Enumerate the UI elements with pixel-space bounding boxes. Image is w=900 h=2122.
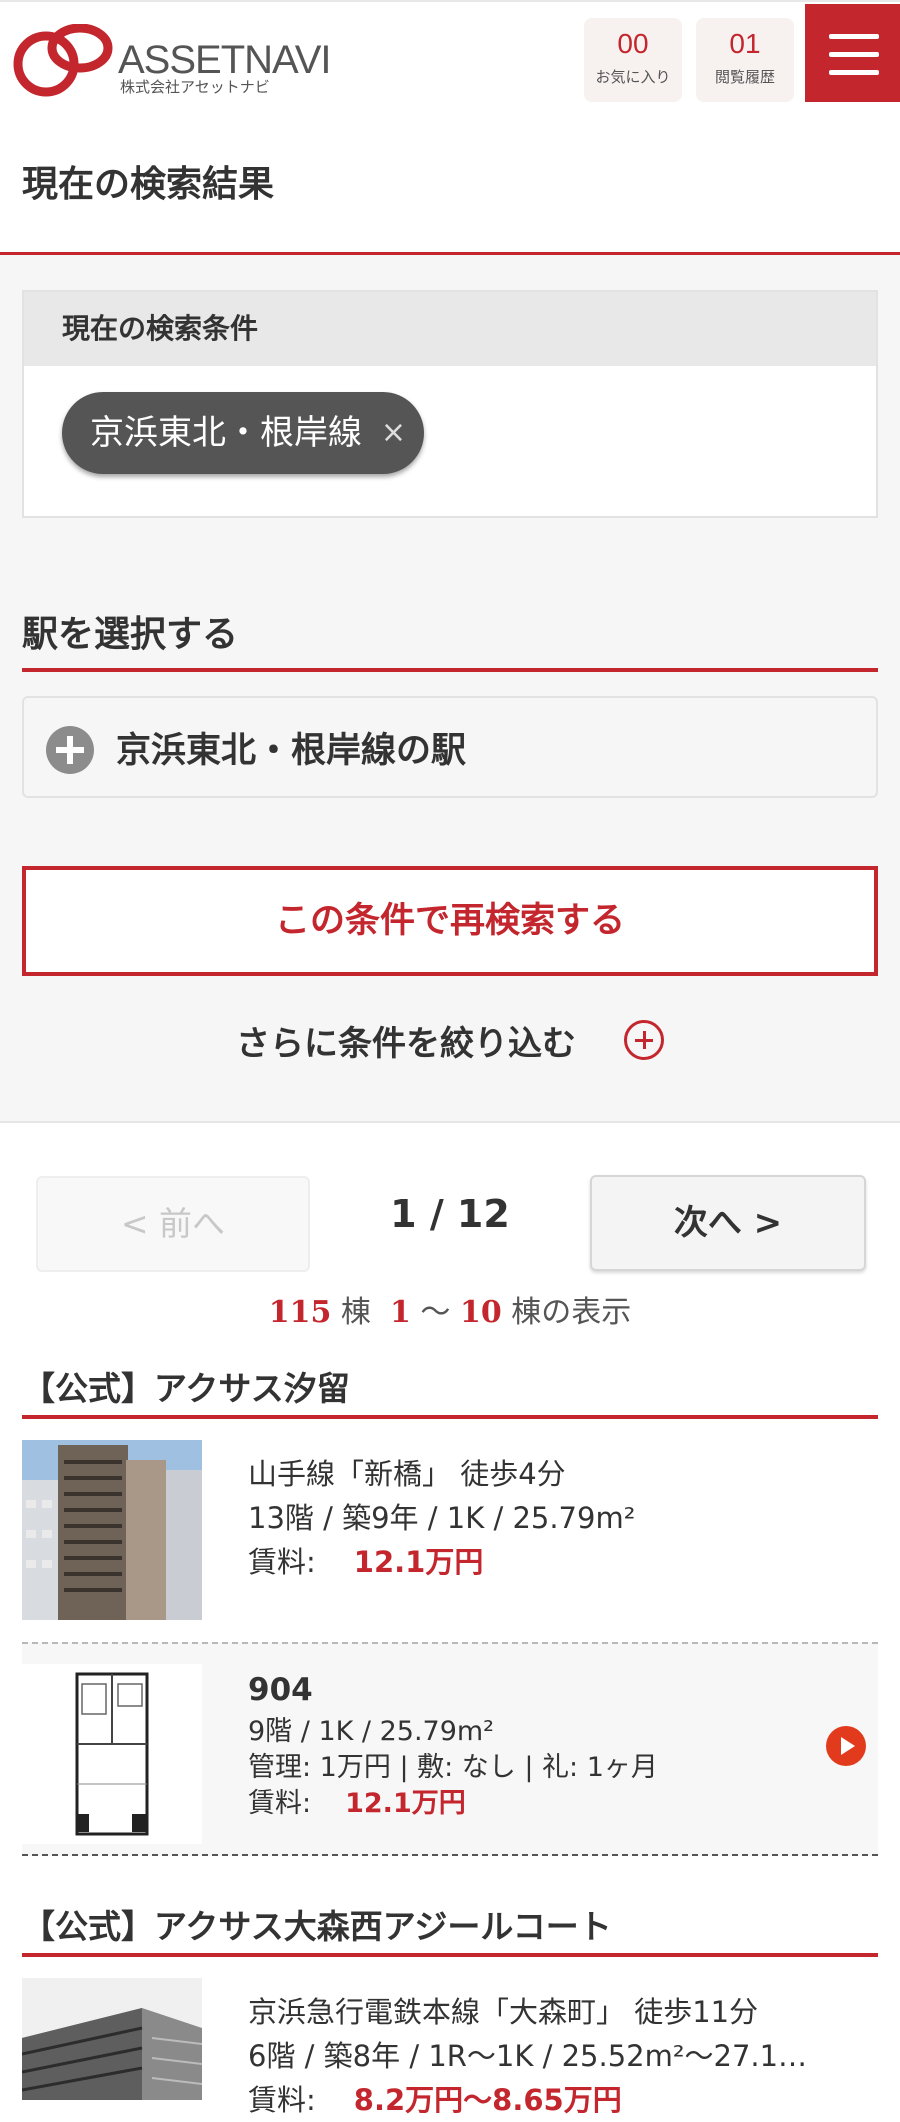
property-access: 京浜急行電鉄本線「大森町」 徒歩11分 [248,1995,759,2029]
room-spec: 9階 / 1K / 25.79m² [248,1716,495,1747]
property-photo[interactable] [22,1978,202,2100]
property-photo[interactable] [22,1440,202,1620]
play-arrow-icon[interactable] [826,1726,866,1766]
room-fees: 管理: 1万円 | 敷: なし | 礼: 1ヶ月 [248,1752,658,1783]
plus-circle-icon [46,726,94,774]
property-spec: 13階 / 築9年 / 1K / 25.79m² [248,1501,636,1535]
station-section-heading: 駅を選択する [22,614,239,655]
building-image [22,1440,202,1620]
hamburger-menu-icon[interactable] [805,4,900,102]
result-unit: 棟 [340,1295,371,1330]
condition-chip-label: 京浜東北・根岸線 [90,413,362,453]
room-rent: 12.1万円 [345,1788,466,1819]
property-spec: 6階 / 築8年 / 1R〜1K / 25.52m²〜27.1… [248,2039,808,2073]
header: ASSETNAVI 株式会社アセットナビ 00 お気に入り 01 閲覧履歴 [0,0,900,102]
next-page-button[interactable]: 次へ > [590,1175,866,1271]
current-conditions-heading: 現在の検索条件 [24,292,876,366]
property-divider [22,1415,878,1419]
floorplan-icon [22,1664,202,1844]
logo-rings-icon [13,24,113,97]
room-number: 904 [248,1672,313,1708]
logo[interactable]: ASSETNAVI 株式会社アセットナビ [12,24,332,100]
narrow-conditions-label: さらに条件を絞り込む [236,1024,576,1064]
room-rent-row: 賃料: 12.1万円 [248,1786,658,1822]
result-count: 115 棟 1 〜 10 棟の表示 [0,1287,900,1331]
property-rent: 12.1万円 [353,1545,484,1579]
result-to: 10 [459,1295,502,1330]
narrow-conditions-button[interactable]: さらに条件を絞り込む [212,994,688,1086]
property-title[interactable]: 【公式】アクサス汐留 [22,1362,350,1410]
property-divider [22,1953,878,1957]
station-section-divider [22,668,878,672]
result-total: 115 [268,1295,332,1330]
station-accordion[interactable]: 京浜東北・根岸線の駅 [22,696,878,798]
close-icon[interactable]: × [381,392,406,474]
prev-page-button[interactable]: < 前へ [36,1176,310,1272]
result-from: 1 [389,1295,411,1330]
history-count: 01 [729,28,761,59]
history-label: 閲覧履歴 [714,68,775,86]
property-rent-row: 賃料: 12.1万円 [248,1540,635,1584]
favorites-count: 00 [617,28,649,59]
rent-label: 賃料: [248,1545,316,1579]
property-rent: 8.2万円〜8.65万円 [353,2083,622,2117]
page-title: 現在の検索結果 [22,164,275,205]
rent-label: 賃料: [248,2083,316,2117]
history-button[interactable]: 01 閲覧履歴 [696,18,794,102]
rent-label: 賃料: [248,1788,312,1819]
property-access: 山手線「新橋」 徒歩4分 [248,1457,566,1491]
research-button[interactable]: この条件で再検索する [22,866,878,976]
favorites-label: お気に入り [595,68,671,86]
logo-subtext: 株式会社アセットナビ [120,78,270,96]
plus-circle-outline-icon [624,1020,664,1060]
property-title[interactable]: 【公式】アクサス大森西アジールコート [22,1900,612,1948]
room-row[interactable]: 904 9階 / 1K / 25.79m² 管理: 1万円 | 敷: なし | … [22,1642,878,1856]
building-image [22,1978,202,2100]
station-accordion-label: 京浜東北・根岸線の駅 [116,731,467,771]
property-info: 山手線「新橋」 徒歩4分 13階 / 築9年 / 1K / 25.79m² 賃料… [248,1452,635,1584]
result-suffix: 棟の表示 [511,1295,632,1330]
page-indicator: 1 / 12 [390,1192,510,1236]
current-conditions-box: 現在の検索条件 京浜東北・根岸線 × [22,290,878,518]
property-rent-row: 賃料: 8.2万円〜8.65万円 [248,2078,807,2122]
condition-chip[interactable]: 京浜東北・根岸線 × [62,392,424,474]
property-info: 京浜急行電鉄本線「大森町」 徒歩11分 6階 / 築8年 / 1R〜1K / 2… [248,1990,807,2122]
room-info: 9階 / 1K / 25.79m² 管理: 1万円 | 敷: なし | 礼: 1… [248,1714,658,1822]
floorplan-image [22,1664,202,1844]
favorites-button[interactable]: 00 お気に入り [584,18,682,102]
result-tilde: 〜 [420,1295,451,1330]
